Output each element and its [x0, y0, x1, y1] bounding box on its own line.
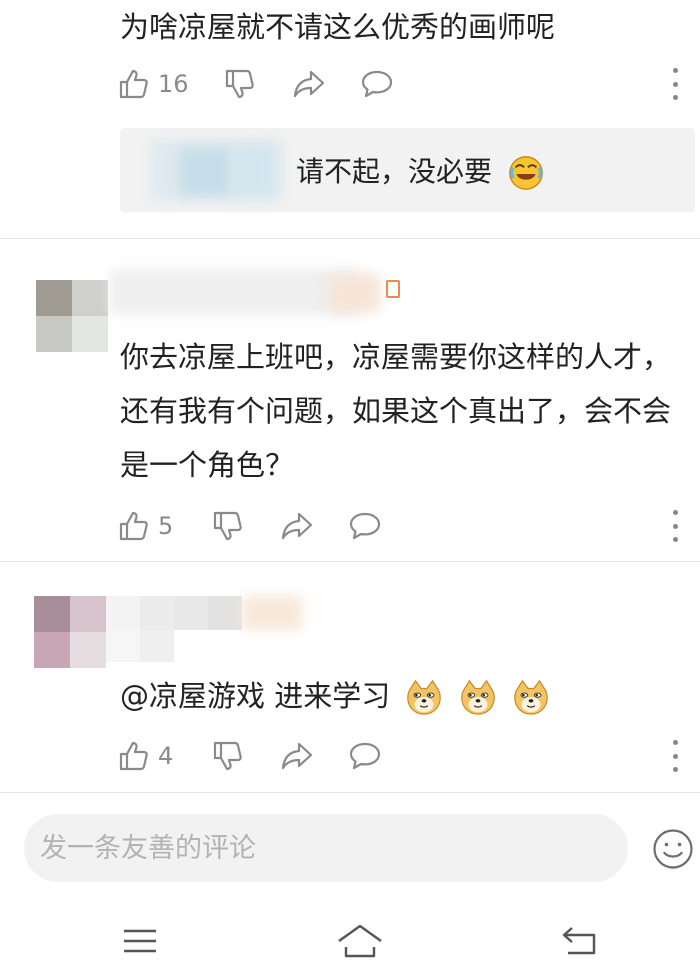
like-count: 16	[158, 70, 189, 98]
user-avatar[interactable]	[20, 592, 120, 672]
more-button[interactable]	[670, 510, 680, 542]
reply-button[interactable]	[348, 736, 382, 776]
thumbs-down-icon	[225, 69, 254, 99]
emoji-icon	[653, 829, 693, 869]
like-button[interactable]: 5	[118, 506, 173, 546]
comment-actions: 4	[118, 736, 698, 776]
share-button[interactable]	[280, 736, 314, 776]
user-avatar[interactable]	[20, 270, 120, 352]
comment-icon	[349, 742, 381, 770]
more-button[interactable]	[670, 740, 680, 772]
thumbs-up-icon	[119, 69, 148, 99]
back-button[interactable]	[555, 919, 605, 963]
reply-text: 请不起，没必要	[296, 150, 545, 192]
like-count: 5	[158, 512, 174, 540]
comment-text: @凉屋游戏 进来学习	[120, 670, 695, 722]
doge-emoji	[407, 679, 442, 715]
system-nav-bar	[0, 905, 700, 980]
username[interactable]	[110, 264, 400, 324]
username[interactable]	[106, 588, 326, 668]
reply-avatar	[150, 140, 282, 200]
share-button[interactable]	[292, 64, 326, 104]
reply-button[interactable]	[348, 506, 382, 546]
divider	[0, 238, 700, 239]
like-button[interactable]: 16	[118, 64, 189, 104]
share-button[interactable]	[280, 506, 314, 546]
doge-emoji	[460, 679, 495, 715]
reply-button[interactable]	[360, 64, 394, 104]
laughing-emoji	[509, 156, 543, 190]
share-icon	[281, 742, 313, 770]
comment-icon	[349, 512, 381, 540]
more-icon	[672, 68, 678, 73]
comment-text: 为啥凉屋就不请这么优秀的画师呢	[120, 10, 556, 44]
more-icon	[672, 740, 678, 745]
comment-1: 为啥凉屋就不请这么优秀的画师呢 16 请不起，没必要	[0, 0, 700, 235]
comment-text: 你去凉屋上班吧，凉屋需要你这样的人才，还有我有个问题，如果这个真出了，会不会是一…	[120, 340, 672, 482]
like-button[interactable]: 4	[118, 736, 173, 776]
comment-3: @凉屋游戏 进来学习 4	[0, 562, 700, 792]
comment-actions: 5	[118, 506, 698, 546]
doge-emoji	[514, 679, 548, 715]
menu-button[interactable]	[115, 919, 165, 963]
thumbs-down-icon	[213, 741, 242, 771]
comment-icon	[361, 70, 393, 98]
comment-actions: 16	[118, 64, 698, 104]
more-icon	[672, 510, 678, 515]
home-button[interactable]	[335, 919, 385, 963]
back-icon	[562, 927, 596, 955]
comment-composer[interactable]	[24, 814, 628, 882]
share-icon	[281, 512, 313, 540]
comment-2: 你去凉屋上班吧，凉屋需要你这样的人才，还有我有个问题，如果这个真出了，会不会是一…	[0, 240, 700, 560]
home-icon	[338, 924, 382, 958]
reply-box[interactable]: 请不起，没必要	[120, 128, 695, 212]
like-count: 4	[158, 742, 174, 770]
comment-input[interactable]	[40, 814, 610, 882]
thumbs-up-icon	[119, 511, 148, 541]
thumbs-up-icon	[119, 741, 148, 771]
divider	[0, 792, 700, 793]
thumbs-down-icon	[213, 511, 242, 541]
share-icon	[293, 70, 325, 98]
dislike-button[interactable]	[212, 506, 244, 546]
emoji-button[interactable]	[652, 828, 694, 870]
menu-icon	[124, 929, 156, 953]
dislike-button[interactable]	[212, 736, 244, 776]
more-button[interactable]	[670, 68, 680, 100]
dislike-button[interactable]	[224, 64, 256, 104]
